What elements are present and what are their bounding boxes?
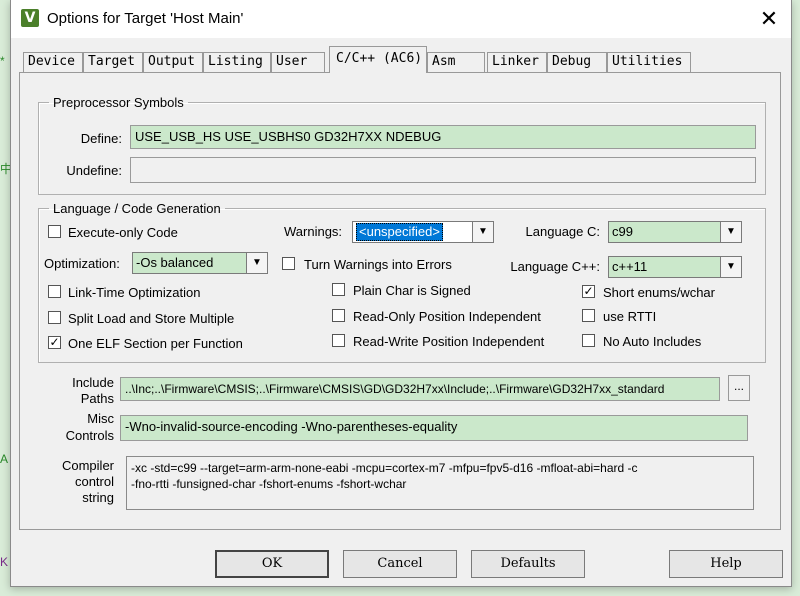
tab-user[interactable]: User [271, 52, 325, 72]
cpp-options-panel: Preprocessor Symbols Define: USE_USB_HS … [19, 72, 781, 530]
chevron-down-icon: ▼ [472, 222, 493, 242]
keil-app-icon: V [21, 9, 39, 27]
tab-output[interactable]: Output [143, 52, 203, 72]
compiler-label-line1: Compiler [61, 458, 114, 473]
language-cpp-value: c++11 [612, 259, 648, 274]
use-rtti-label: use RTTI [603, 309, 657, 324]
execute-only-checkbox[interactable] [48, 225, 61, 238]
no-auto-checkbox[interactable] [582, 334, 595, 347]
defaults-button[interactable]: Defaults [471, 550, 585, 578]
split-load-checkbox[interactable] [48, 311, 61, 324]
language-cpp-label: Language C++: [510, 259, 600, 274]
optimization-value: -Os balanced [136, 255, 214, 270]
close-icon[interactable]: ✕ [755, 6, 783, 32]
chevron-down-icon: ▼ [246, 253, 267, 273]
language-legend: Language / Code Generation [53, 201, 221, 216]
no-auto-label: No Auto Includes [603, 334, 702, 349]
optimization-select[interactable]: -Os balanced ▼ [132, 252, 268, 274]
link-time-label: Link-Time Optimization [68, 285, 201, 300]
tab-target[interactable]: Target [83, 52, 143, 72]
turn-warnings-label: Turn Warnings into Errors [304, 257, 452, 272]
include-paths-field[interactable]: ..\Inc;..\Firmware\CMSIS;..\Firmware\CMS… [120, 377, 720, 401]
warnings-select[interactable]: <unspecified> ▼ [352, 221, 494, 243]
misc-controls-field[interactable]: -Wno-invalid-source-encoding -Wno-parent… [120, 415, 748, 441]
rw-pos-label: Read-Write Position Independent [353, 334, 545, 349]
compiler-line-2: -fno-rtti -funsigned-char -fshort-enums … [131, 477, 407, 491]
edge-mark-4: K [0, 555, 9, 569]
misc-label-line1: Misc [87, 411, 114, 426]
ro-pos-checkbox[interactable] [332, 309, 345, 322]
language-c-label: Language C: [525, 224, 600, 239]
optimization-label: Optimization: [44, 256, 120, 271]
include-browse-button[interactable]: ... [728, 375, 750, 401]
compiler-line-1: -xc -std=c99 --target=arm-arm-none-eabi … [131, 461, 638, 475]
window-title: Options for Target 'Host Main' [47, 10, 244, 27]
edge-mark-1: * [0, 54, 5, 68]
chevron-down-icon: ▼ [720, 257, 741, 277]
undefine-field[interactable] [130, 157, 756, 183]
tab-asm[interactable]: Asm [427, 52, 485, 72]
rw-pos-checkbox[interactable] [332, 334, 345, 347]
tab-strip: Device Target Output Listing User C/C++ … [17, 46, 787, 73]
compiler-label-line2: control [74, 474, 114, 489]
use-rtti-checkbox[interactable] [582, 309, 595, 322]
chevron-down-icon: ▼ [720, 222, 741, 242]
one-elf-label: One ELF Section per Function [68, 336, 243, 351]
execute-only-label: Execute-only Code [68, 225, 178, 240]
title-bar[interactable]: V Options for Target 'Host Main' ✕ [11, 0, 791, 38]
tab-debug[interactable]: Debug [547, 52, 607, 72]
help-button[interactable]: Help [669, 550, 783, 578]
define-label: Define: [80, 131, 122, 146]
short-enums-checkbox[interactable]: ✓ [582, 285, 595, 298]
link-time-checkbox[interactable] [48, 285, 61, 298]
preprocessor-legend: Preprocessor Symbols [53, 95, 184, 110]
one-elf-checkbox[interactable]: ✓ [48, 336, 61, 349]
tab-utilities[interactable]: Utilities [607, 52, 691, 72]
compiler-control-string[interactable]: -xc -std=c99 --target=arm-arm-none-eabi … [126, 456, 754, 510]
language-c-value: c99 [612, 224, 633, 239]
options-dialog: V Options for Target 'Host Main' ✕ Devic… [10, 0, 792, 587]
misc-label-line2: Controls [65, 428, 114, 443]
split-load-label: Split Load and Store Multiple [68, 311, 235, 326]
include-label-line1: Include [72, 375, 114, 390]
turn-warnings-checkbox[interactable] [282, 257, 295, 270]
tab-listing[interactable]: Listing [203, 52, 271, 72]
tab-device[interactable]: Device [23, 52, 83, 72]
define-field[interactable]: USE_USB_HS USE_USBHS0 GD32H7XX NDEBUG [130, 125, 756, 149]
plain-char-label: Plain Char is Signed [353, 283, 471, 298]
tab-cpp-ac6[interactable]: C/C++ (AC6) [329, 46, 427, 73]
warnings-label: Warnings: [284, 224, 343, 239]
ok-button[interactable]: OK [215, 550, 329, 578]
language-cpp-select[interactable]: c++11 ▼ [608, 256, 742, 278]
cancel-button[interactable]: Cancel [343, 550, 457, 578]
undefine-label: Undefine: [66, 163, 122, 178]
compiler-label-line3: string [82, 490, 114, 505]
plain-char-checkbox[interactable] [332, 283, 345, 296]
ro-pos-label: Read-Only Position Independent [353, 309, 541, 324]
short-enums-label: Short enums/wchar [603, 285, 715, 300]
include-label-line2: Paths [80, 391, 114, 406]
language-c-select[interactable]: c99 ▼ [608, 221, 742, 243]
edge-mark-3: A [0, 452, 9, 466]
warnings-value: <unspecified> [356, 223, 443, 241]
tab-linker[interactable]: Linker [487, 52, 547, 72]
